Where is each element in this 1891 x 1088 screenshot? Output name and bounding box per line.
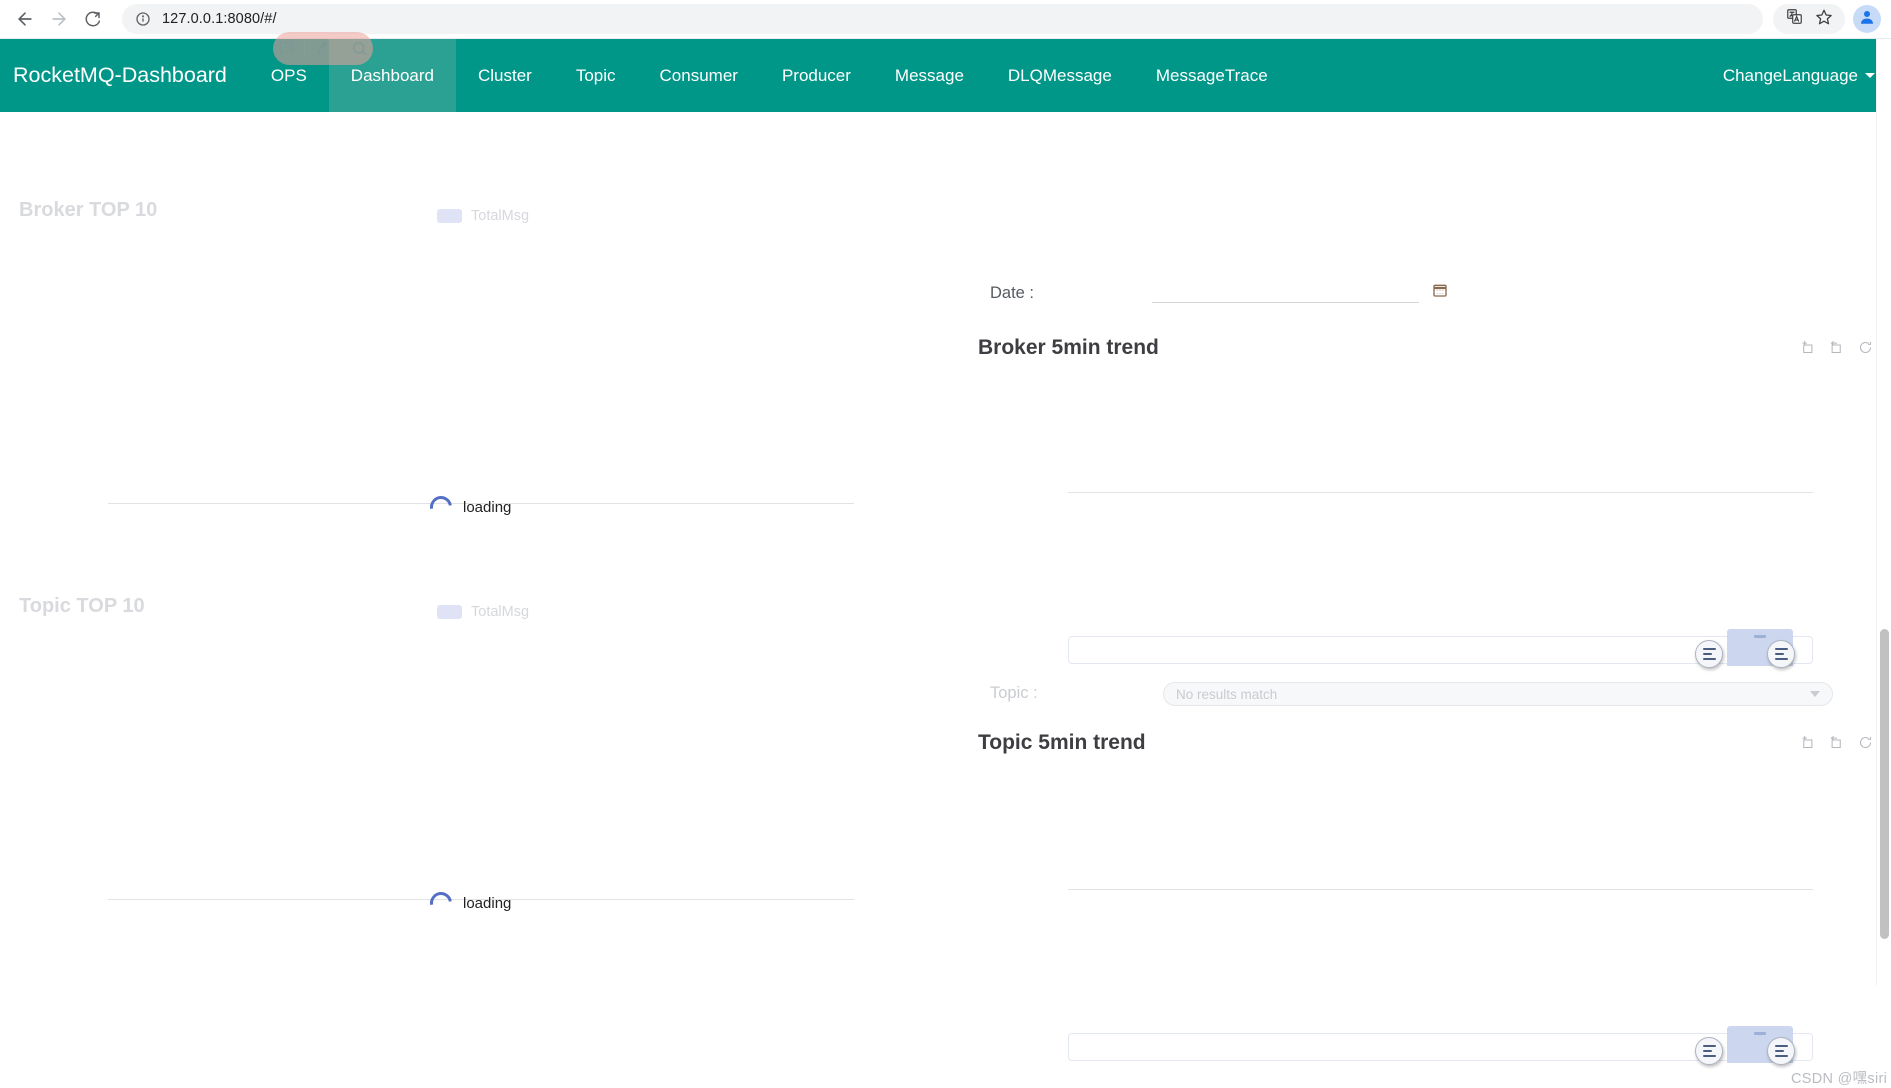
nav-items: OPS Dashboard Cluster Topic Consumer Pro…	[249, 39, 1290, 112]
date-field-label: Date :	[990, 284, 1035, 302]
browser-toolbar: 127.0.0.1:8080/#/	[0, 0, 1891, 39]
reload-icon	[84, 10, 102, 28]
restore-zoom-icon[interactable]	[1829, 340, 1844, 355]
broker-top10-loading: loading	[425, 491, 512, 523]
broker-loading-text: loading	[463, 498, 512, 516]
translate-icon	[1786, 8, 1803, 30]
translate-button[interactable]	[1779, 6, 1809, 32]
nav-item-consumer[interactable]: Consumer	[638, 39, 760, 112]
topic-loading-text: loading	[463, 894, 512, 912]
topic-select[interactable]: No results match	[1163, 682, 1833, 706]
brand-title[interactable]: RocketMQ-Dashboard	[0, 39, 249, 112]
forward-arrow-icon	[49, 9, 69, 29]
legend-label-totalmsg: TotalMsg	[471, 604, 530, 620]
legend-swatch-totalmsg	[437, 605, 462, 619]
date-input[interactable]	[1152, 302, 1419, 303]
dashboard-page: Broker TOP 10 TotalMsg loading Topic TOP…	[0, 112, 1891, 1087]
data-zoom-icon[interactable]	[1800, 340, 1815, 355]
nav-item-messagetrace[interactable]: MessageTrace	[1134, 39, 1290, 112]
password-manager-icon-right[interactable]	[1767, 640, 1795, 668]
grip-icon	[1754, 1032, 1766, 1035]
nav-item-producer[interactable]: Producer	[760, 39, 873, 112]
nav-item-dashboard[interactable]: Dashboard	[328, 39, 456, 112]
refresh-icon[interactable]	[1858, 735, 1873, 750]
grip-icon	[1754, 635, 1766, 638]
date-field-row: Date :	[990, 284, 1034, 303]
broker-trend-axis-line	[1068, 492, 1813, 493]
data-zoom-icon[interactable]	[1800, 735, 1815, 750]
password-manager-icon-right[interactable]	[1767, 1037, 1795, 1065]
nav-item-dlqmessage[interactable]: DLQMessage	[986, 39, 1134, 112]
loading-spinner-icon	[425, 887, 457, 919]
topic-field-row: Topic :	[990, 684, 1038, 703]
change-language-dropdown[interactable]: ChangeLanguage	[1723, 39, 1891, 112]
change-language-label: ChangeLanguage	[1722, 65, 1858, 85]
address-bar[interactable]: 127.0.0.1:8080/#/	[122, 4, 1763, 34]
profile-avatar-icon	[1858, 8, 1876, 31]
loading-spinner-icon	[425, 491, 457, 523]
form-lines-icon	[1702, 647, 1716, 661]
topic-5min-trend-title: Topic 5min trend	[978, 731, 1146, 754]
password-manager-icon-left[interactable]	[1695, 1037, 1723, 1065]
nav-item-cluster[interactable]: Cluster	[456, 39, 554, 112]
topic-top10-title: Topic TOP 10	[19, 595, 145, 617]
chevron-down-icon	[1865, 73, 1875, 78]
star-icon	[1815, 8, 1833, 31]
reload-button[interactable]	[76, 2, 110, 36]
profile-button[interactable]	[1853, 5, 1881, 33]
refresh-icon[interactable]	[1858, 340, 1873, 355]
legend-label-totalmsg: TotalMsg	[471, 208, 530, 224]
site-navbar: RocketMQ-Dashboard OPS Dashboard Cluster…	[0, 39, 1891, 112]
topic-top10-loading: loading	[425, 887, 512, 919]
calendar-icon[interactable]	[1432, 282, 1448, 303]
browser-actions	[1773, 4, 1891, 34]
chevron-down-icon	[1810, 691, 1820, 697]
legend-swatch-totalmsg	[437, 209, 462, 223]
form-lines-icon	[1702, 1044, 1716, 1058]
broker-top10-title: Broker TOP 10	[19, 199, 158, 221]
topic-top10-legend[interactable]: TotalMsg	[437, 604, 529, 620]
broker-5min-trend-title: Broker 5min trend	[978, 336, 1159, 359]
forward-button[interactable]	[42, 2, 76, 36]
broker-top10-legend[interactable]: TotalMsg	[437, 208, 529, 224]
bookmark-button[interactable]	[1809, 6, 1839, 32]
restore-zoom-icon[interactable]	[1829, 735, 1844, 750]
nav-item-topic[interactable]: Topic	[554, 39, 638, 112]
topic-trend-axis-line	[1068, 889, 1813, 890]
back-arrow-icon	[15, 9, 35, 29]
site-info-icon[interactable]	[134, 10, 152, 28]
scrollbar-thumb[interactable]	[1880, 629, 1889, 939]
nav-item-message[interactable]: Message	[873, 39, 986, 112]
form-lines-icon	[1774, 647, 1788, 661]
browser-action-group	[1773, 4, 1845, 34]
back-button[interactable]	[8, 2, 42, 36]
nav-item-ops[interactable]: OPS	[249, 39, 329, 112]
topic-select-placeholder: No results match	[1176, 686, 1278, 702]
page-scrollbar[interactable]	[1876, 39, 1891, 985]
address-bar-url: 127.0.0.1:8080/#/	[162, 11, 277, 27]
password-manager-icon-left[interactable]	[1695, 640, 1723, 668]
form-lines-icon	[1774, 1044, 1788, 1058]
topic-field-label: Topic :	[990, 684, 1038, 702]
csdn-watermark: CSDN @嘿siri	[1791, 1071, 1888, 1087]
